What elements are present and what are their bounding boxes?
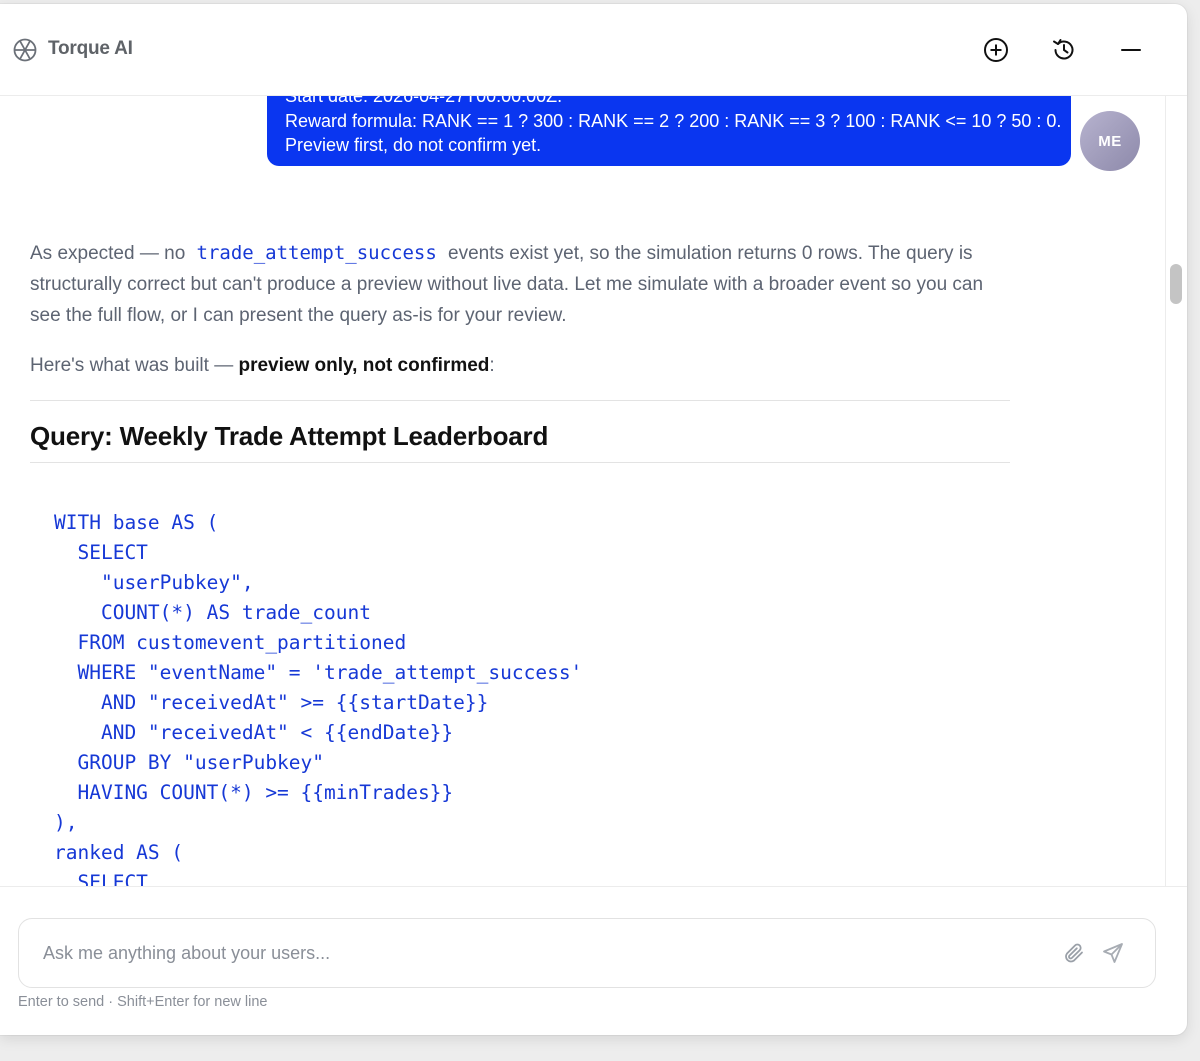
code-line: SELECT <box>54 871 148 886</box>
send-icon[interactable] <box>1101 941 1125 965</box>
message-list[interactable]: Start date: 2026-04-27T00:00:00Z. Reward… <box>0 96 1165 886</box>
scrollbar-track <box>1165 96 1166 886</box>
built-prefix: Here's what was built — <box>30 355 234 376</box>
app-title: Torque AI <box>48 38 133 59</box>
code-line: FROM customevent_partitioned <box>54 631 407 654</box>
code-line: ), <box>54 811 78 834</box>
built-line: Here's what was built — preview only, no… <box>30 350 1010 381</box>
code-line: ranked AS ( <box>54 841 184 864</box>
code-line: AND "receivedAt" >= {{startDate}} <box>54 691 489 714</box>
code-line: "userPubkey", <box>54 571 254 594</box>
paragraph-text: As expected — no <box>30 243 186 264</box>
code-line: AND "receivedAt" < {{endDate}} <box>54 721 454 744</box>
divider <box>0 886 1187 887</box>
chat-window: Torque AI Start date: 2026-04-27T00:00:0… <box>0 4 1187 1035</box>
user-message-bubble: Start date: 2026-04-27T00:00:00Z. Reward… <box>267 96 1071 166</box>
code-line: WHERE "eventName" = 'trade_attempt_succe… <box>54 661 583 684</box>
plus-circle-icon <box>983 37 1009 63</box>
assistant-message: As expected — no trade_attempt_success e… <box>30 238 1010 463</box>
user-message-line: Start date: 2026-04-27T00:00:00Z. <box>285 96 563 106</box>
chat-input[interactable] <box>19 919 1049 987</box>
avatar: ME <box>1080 111 1140 171</box>
sql-code-block: WITH base AS ( SELECT "userPubkey", COUN… <box>54 508 582 886</box>
user-message-line: Preview first, do not confirm yet. <box>285 135 542 155</box>
built-suffix: : <box>489 355 495 376</box>
composer <box>18 918 1156 988</box>
paperclip-icon[interactable] <box>1062 941 1086 965</box>
new-chat-button[interactable] <box>978 32 1014 68</box>
minimize-button[interactable] <box>1113 32 1149 68</box>
assistant-paragraph: As expected — no trade_attempt_success e… <box>30 238 1010 331</box>
inline-code: trade_attempt_success <box>196 242 437 264</box>
minus-icon <box>1119 38 1143 62</box>
history-icon <box>1050 36 1078 64</box>
code-line: COUNT(*) AS trade_count <box>54 601 371 624</box>
composer-hint: Enter to send · Shift+Enter for new line <box>18 994 268 1010</box>
code-line: GROUP BY "userPubkey" <box>54 751 325 774</box>
scrollbar-thumb[interactable] <box>1170 264 1182 304</box>
user-message-line: Reward formula: RANK == 1 ? 300 : RANK =… <box>285 110 1062 131</box>
divider <box>30 462 1010 463</box>
code-line: HAVING COUNT(*) >= {{minTrades}} <box>54 781 454 804</box>
torque-logo-icon <box>12 37 38 63</box>
query-title: Query: Weekly Trade Attempt Leaderboard <box>30 421 549 451</box>
divider <box>30 400 1010 401</box>
history-button[interactable] <box>1046 32 1082 68</box>
code-line: WITH base AS ( <box>54 511 219 534</box>
built-bold: preview only, not confirmed <box>238 355 490 376</box>
chat-header: Torque AI <box>0 4 1187 96</box>
code-line: SELECT <box>54 541 148 564</box>
